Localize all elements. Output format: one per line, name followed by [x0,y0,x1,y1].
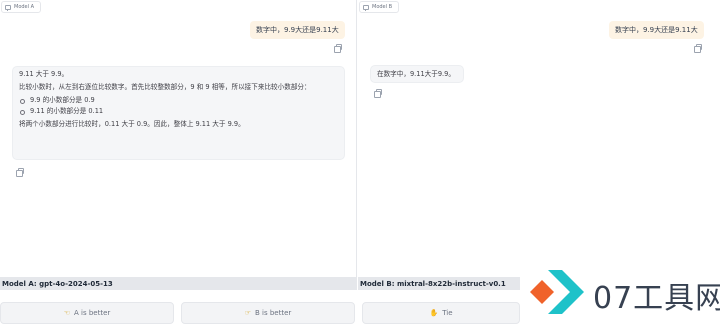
vote-label: Tie [442,309,453,317]
model-label-b: Model B: mixtral-8x22b-instruct-v0.1 [358,277,520,290]
list-item: 9.9 的小数部分是 0.9 [19,96,338,105]
vote-label: A is better [74,309,111,317]
chat-icon [5,4,11,11]
chat-panel-b: Model B [358,0,720,277]
vote-b-better-button[interactable]: ☞ B is better [181,302,355,324]
panel-header-b: Model B [359,1,400,13]
copy-icon[interactable] [16,168,24,177]
vote-label: B is better [255,309,292,317]
copy-icon[interactable] [374,89,382,98]
response-paragraph: 比较小数时，从左到右逐位比较数字。首先比较整数部分，9 和 9 相等，所以接下来… [19,82,311,91]
logo-orange-diamond [530,280,554,304]
watermark-text: 07工具网 [593,281,720,316]
vote-a-better-button[interactable]: ☜ A is better [0,302,174,324]
logo-teal-bar-top [548,270,584,292]
logo-teal-bar-bottom [548,292,584,314]
panel-header-label: Model A [14,4,35,10]
vote-tie-button[interactable]: ✋ Tie [362,302,520,324]
model-label-a: Model A: gpt-4o-2024-05-13 [0,277,357,290]
user-message-b: 数字中，9.9大还是9.11大 [609,21,704,39]
response-paragraph: 将两个小数部分进行比较时，0.11 大于 0.9。因此，整体上 9.11 大于 … [19,119,245,128]
hand-pointing-right-icon: ☞ [244,309,251,317]
response-list: 9.9 的小数部分是 0.9 9.11 的小数部分是 0.11 [19,96,338,116]
panel-header-label: Model B [372,4,393,10]
bot-message-b: 在数字中，9.11大于9.9。 [370,65,464,83]
user-message-a: 数字中，9.9大还是9.11大 [250,21,345,39]
list-item: 9.11 的小数部分是 0.11 [19,107,338,116]
copy-icon[interactable] [694,44,702,53]
bot-message-a: 9.11 大于 9.9。 比较小数时，从左到右逐位比较数字。首先比较整数部分，9… [12,66,345,160]
response-line: 9.11 大于 9.9。 [19,70,69,78]
copy-icon[interactable] [334,44,342,53]
watermark-logo-icon [530,270,584,314]
handshake-icon: ✋ [429,309,439,317]
chat-icon [363,4,369,11]
hand-pointing-left-icon: ☜ [63,309,70,317]
panel-header-a: Model A [1,1,42,13]
